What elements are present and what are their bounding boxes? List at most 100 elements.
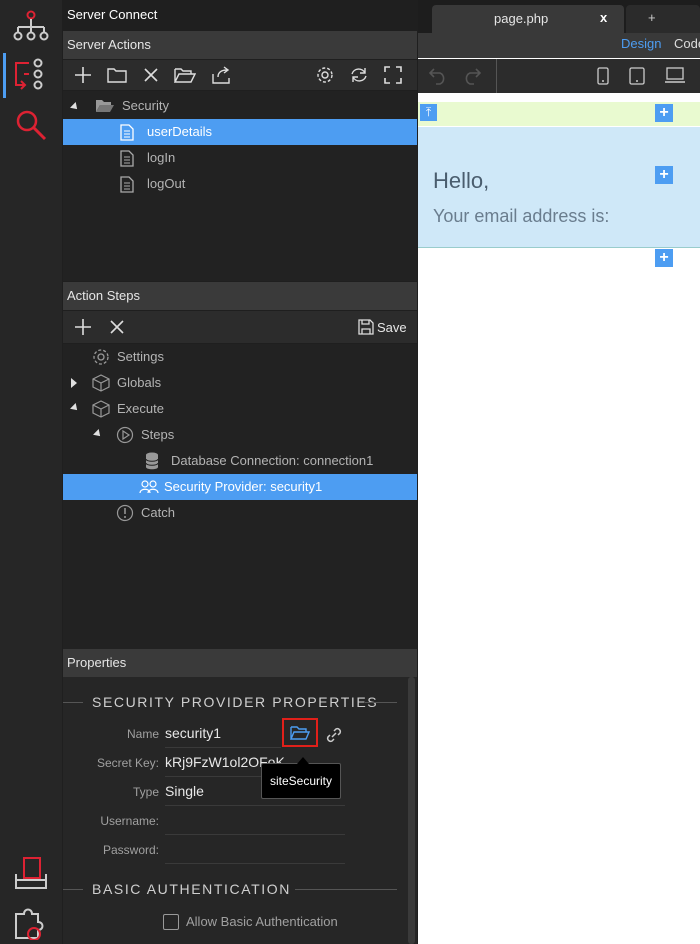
tooltip: siteSecurity — [261, 757, 341, 799]
server-actions-toolbar — [63, 60, 417, 90]
browse-button[interactable] — [282, 718, 318, 747]
desktop-view-icon[interactable] — [664, 67, 686, 85]
action-steps-tree: Settings Globals Execute Steps Database … — [63, 344, 417, 649]
refresh-icon[interactable] — [346, 60, 372, 90]
design-mode-tab[interactable]: Design — [621, 36, 661, 51]
step-label: Catch — [141, 505, 175, 520]
step-steps[interactable]: Steps — [63, 422, 417, 448]
link-icon[interactable] — [325, 726, 343, 744]
export-icon[interactable] — [208, 60, 234, 90]
database-icon — [145, 452, 159, 470]
folder-open-icon[interactable] — [172, 60, 198, 90]
add-element-button[interactable]: + — [655, 166, 673, 184]
file-icon — [120, 124, 134, 141]
extensions-icon[interactable] — [12, 904, 50, 940]
step-label: Steps — [141, 427, 175, 442]
tablet-view-icon[interactable] — [629, 67, 645, 85]
server-connect-icon[interactable] — [12, 58, 50, 92]
step-settings[interactable]: Settings — [63, 344, 417, 370]
tree-item-label: Security — [122, 98, 169, 113]
divider — [365, 702, 397, 703]
expand-arrow-icon[interactable] — [71, 378, 77, 388]
publish-icon[interactable] — [12, 856, 50, 892]
settings-icon[interactable] — [312, 60, 338, 90]
step-database-connection[interactable]: Database Connection: connection1 — [63, 448, 417, 474]
phone-view-icon[interactable] — [597, 67, 609, 85]
type-label: Type — [132, 785, 159, 799]
tab-page-php[interactable]: page.php x — [432, 5, 624, 33]
username-label: Username: — [100, 814, 159, 828]
step-globals[interactable]: Globals — [63, 370, 417, 396]
section-divider — [418, 247, 700, 248]
cube-icon — [92, 374, 110, 392]
new-tab-label: + — [648, 10, 656, 25]
search-icon[interactable] — [12, 108, 50, 142]
basic-auth-label: Allow Basic Authentication — [186, 914, 338, 929]
add-icon[interactable] — [70, 60, 96, 90]
add-element-button[interactable]: + — [655, 249, 673, 267]
active-indicator — [3, 53, 6, 98]
folder-icon[interactable] — [104, 60, 130, 90]
step-label: Settings — [117, 349, 164, 364]
step-security-provider[interactable]: Security Provider: security1 — [63, 474, 417, 500]
folder-open-icon — [290, 725, 310, 740]
redo-icon[interactable] — [462, 67, 482, 85]
new-tab-button[interactable]: + — [626, 5, 700, 33]
delete-icon[interactable] — [138, 60, 164, 90]
step-label: Database Connection: connection1 — [171, 453, 374, 468]
step-label: Security Provider: security1 — [164, 479, 323, 494]
hello-heading: Hello, — [433, 168, 490, 193]
tab-label: page.php — [494, 11, 549, 26]
basic-auth-checkbox[interactable] — [163, 914, 179, 930]
section-title: SECURITY PROVIDER PROPERTIES — [92, 694, 379, 710]
divider — [295, 889, 397, 890]
tooltip-text: siteSecurity — [269, 774, 333, 788]
step-execute[interactable]: Execute — [63, 396, 417, 422]
folder-open-icon — [95, 99, 115, 113]
name-field[interactable]: security1 — [165, 721, 281, 748]
divider — [63, 889, 83, 890]
tree-item-label: userDetails — [147, 124, 213, 139]
hello-section[interactable]: Hello, Your email address is: + — [418, 127, 700, 247]
server-actions-tree: Security userDetails logIn logOut — [63, 91, 417, 281]
basic-auth-title: BASIC AUTHENTICATION — [92, 881, 291, 897]
action-steps-header: Action Steps — [63, 282, 417, 310]
add-element-button[interactable]: + — [655, 104, 673, 122]
tree-item-login[interactable]: logIn — [63, 145, 417, 171]
file-icon — [120, 150, 134, 167]
step-label: Globals — [117, 375, 162, 390]
code-mode-tab[interactable]: Code — [674, 36, 700, 51]
username-field[interactable] — [165, 808, 345, 835]
add-step-icon[interactable] — [70, 312, 96, 342]
tree-item-logout[interactable]: logOut — [63, 171, 417, 197]
undo-icon[interactable] — [428, 67, 448, 85]
collapse-arrow-icon[interactable] — [70, 102, 80, 112]
step-label: Execute — [117, 401, 164, 416]
alert-circle-icon — [116, 504, 134, 522]
move-up-icon[interactable]: ⤒ — [420, 104, 437, 121]
editor-pane: page.php x + Design Code ⤒ + Hello, Your… — [418, 0, 700, 944]
file-icon — [120, 176, 134, 193]
collapse-arrow-icon[interactable] — [70, 403, 80, 413]
scrollbar[interactable] — [408, 677, 415, 944]
editor-toolbar — [418, 59, 700, 93]
password-field[interactable] — [165, 837, 345, 864]
tree-item-security-folder[interactable]: Security — [63, 93, 417, 119]
mode-bar: Design Code — [418, 33, 700, 58]
users-icon — [139, 480, 159, 494]
step-catch[interactable]: Catch — [63, 500, 417, 526]
gear-icon — [92, 348, 110, 366]
tree-item-userdetails[interactable]: userDetails — [63, 119, 417, 145]
sitemap-icon[interactable] — [12, 10, 50, 44]
action-steps-toolbar: Save — [63, 311, 417, 343]
play-circle-icon — [116, 426, 134, 444]
save-button[interactable]: Save — [358, 311, 414, 343]
save-icon — [358, 319, 374, 335]
cube-icon — [92, 400, 110, 418]
divider — [63, 702, 83, 703]
expand-icon[interactable] — [380, 60, 406, 90]
collapse-arrow-icon[interactable] — [93, 429, 103, 439]
tab-close-button[interactable]: x — [600, 10, 607, 25]
tree-item-label: logOut — [147, 176, 186, 191]
remove-step-icon[interactable] — [104, 312, 130, 342]
